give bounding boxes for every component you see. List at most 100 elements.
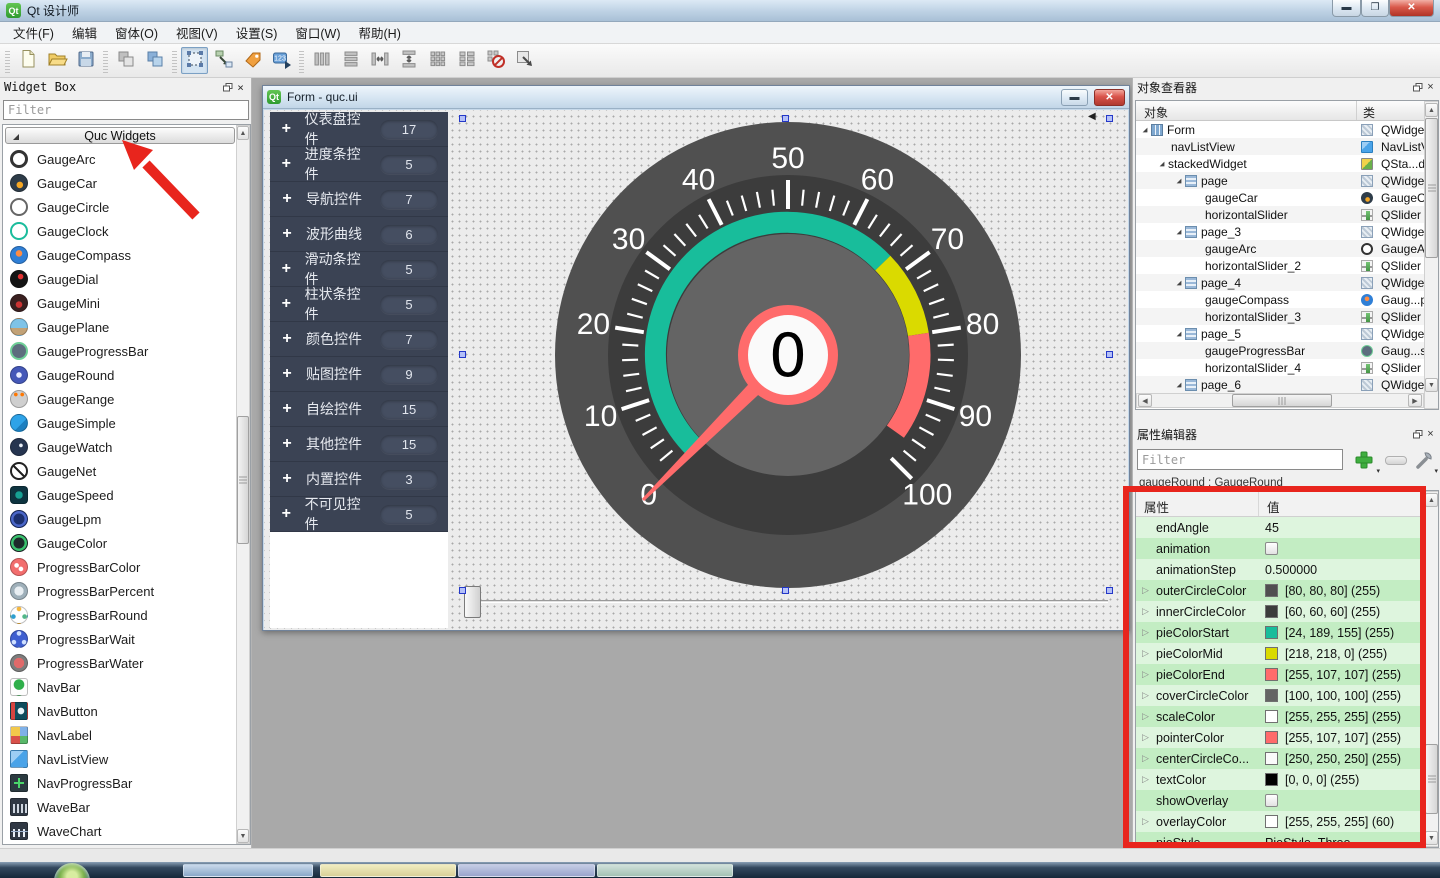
nav-list-item[interactable]: +仪表盘控件17 — [270, 112, 448, 147]
scroll-up-icon[interactable]: ▲ — [1425, 493, 1438, 507]
widget-item[interactable]: GaugeArc — [5, 147, 237, 171]
widget-item[interactable]: ProgressBarRound — [5, 603, 237, 627]
form-window[interactable]: Qt Form - quc.ui ▬ ✕ +仪表盘控件17+进度条控件5+导航控… — [262, 85, 1130, 631]
menu-item-1[interactable]: 文件(F) — [4, 20, 63, 45]
menu-item-3[interactable]: 窗体(O) — [106, 20, 167, 45]
edit-buddies-button[interactable] — [239, 47, 266, 74]
form-canvas[interactable]: +仪表盘控件17+进度条控件5+导航控件7+波形曲线6+滑动条控件5+柱状条控件… — [264, 110, 1128, 630]
taskbar-button[interactable] — [597, 864, 733, 877]
widget-item[interactable]: NavProgressBar — [5, 771, 237, 795]
nav-list-item[interactable]: +颜色控件7 — [270, 322, 448, 357]
selection-handle[interactable] — [1106, 351, 1113, 358]
taskbar-button-active[interactable] — [320, 864, 456, 877]
nav-list-item[interactable]: +其他控件15 — [270, 427, 448, 462]
object-tree-hscrollbar[interactable]: ◀ ▶ — [1136, 393, 1424, 408]
scroll-down-icon[interactable]: ▼ — [1425, 378, 1438, 392]
widget-item[interactable]: ProgressBarWait — [5, 627, 237, 651]
form-close-button[interactable]: ✕ — [1094, 89, 1125, 106]
object-tree-row[interactable]: gaugeCarGaugeC — [1136, 189, 1424, 206]
nav-list-item[interactable]: +贴图控件9 — [270, 357, 448, 392]
widget-item[interactable]: NavButton — [5, 699, 237, 723]
taskbar-button[interactable] — [458, 864, 595, 877]
break-layout-button[interactable] — [482, 47, 509, 74]
layout-form-button[interactable] — [453, 47, 480, 74]
menu-item-6[interactable]: 窗口(W) — [286, 20, 349, 45]
nav-list-item[interactable]: +不可见控件5 — [270, 497, 448, 532]
float-panel-icon[interactable] — [1411, 81, 1424, 93]
selection-handle[interactable] — [782, 587, 789, 594]
form-minimize-button[interactable]: ▬ — [1061, 89, 1088, 106]
nav-list-item[interactable]: +内置控件3 — [270, 462, 448, 497]
widget-item[interactable]: WaveChart — [5, 819, 237, 843]
object-tree-row[interactable]: gaugeCompassGaug...p — [1136, 291, 1424, 308]
nav-list-item[interactable]: +波形曲线6 — [270, 217, 448, 252]
scroll-up-icon[interactable]: ▲ — [237, 126, 249, 140]
object-tree-vscrollbar[interactable]: ▲ ▼ — [1424, 101, 1439, 409]
scroll-thumb[interactable] — [237, 416, 249, 544]
new-form-button[interactable] — [14, 47, 41, 74]
form-title-bar[interactable]: Qt Form - quc.ui ▬ ✕ — [263, 86, 1129, 109]
tree-expand-icon[interactable] — [1177, 229, 1182, 234]
nav-list-item[interactable]: +进度条控件5 — [270, 147, 448, 182]
add-dynamic-property-button[interactable]: ▾ — [1349, 447, 1379, 473]
widget-item[interactable]: ProgressBarPercent — [5, 579, 237, 603]
tree-expand-icon[interactable] — [1177, 280, 1182, 285]
object-tree-row[interactable]: pageQWidge — [1136, 172, 1424, 189]
selection-handle[interactable] — [782, 115, 789, 122]
widget-item[interactable]: GaugeColor — [5, 531, 237, 555]
widget-item[interactable]: GaugeMini — [5, 291, 237, 315]
widget-item[interactable]: NavLabel — [5, 723, 237, 747]
widget-item[interactable]: GaugeSpeed — [5, 483, 237, 507]
splitter-vertical-button[interactable] — [395, 47, 422, 74]
scroll-down-icon[interactable]: ▼ — [1425, 831, 1438, 845]
widget-item[interactable]: WaveBar — [5, 795, 237, 819]
nav-list-item[interactable]: +柱状条控件5 — [270, 287, 448, 322]
object-tree-row[interactable]: navListViewNavListV — [1136, 138, 1424, 155]
object-tree-row[interactable]: page_3QWidge — [1136, 223, 1424, 240]
restore-button[interactable]: ❐ — [1361, 0, 1389, 17]
close-panel-icon[interactable]: × — [1424, 81, 1437, 93]
menu-item-5[interactable]: 设置(S) — [227, 20, 287, 45]
start-button[interactable] — [54, 863, 90, 878]
object-tree-row[interactable]: horizontalSlider_3QSlider — [1136, 308, 1424, 325]
edit-signals-button[interactable] — [210, 47, 237, 74]
object-tree-row[interactable]: gaugeProgressBarGaug...s — [1136, 342, 1424, 359]
widget-item[interactable]: GaugePlane — [5, 315, 237, 339]
scroll-thumb[interactable] — [1425, 744, 1438, 814]
float-panel-icon[interactable] — [1411, 428, 1424, 440]
gauge-round-widget[interactable]: 01020304050607080901000 — [553, 120, 1023, 590]
widget-item[interactable]: GaugeDial — [5, 267, 237, 291]
selection-handle[interactable] — [459, 587, 466, 594]
close-panel-icon[interactable]: × — [234, 81, 247, 93]
taskbar-button[interactable] — [183, 864, 313, 877]
layout-vertical-button[interactable] — [337, 47, 364, 74]
nav-list-item[interactable]: +导航控件7 — [270, 182, 448, 217]
selection-handle[interactable] — [459, 351, 466, 358]
widget-item[interactable]: GaugeClock — [5, 219, 237, 243]
overlap-squares-blue-button[interactable] — [141, 47, 168, 74]
selection-handle[interactable] — [1106, 587, 1113, 594]
widget-item[interactable]: GaugeCircle — [5, 195, 237, 219]
tree-expand-icon[interactable] — [1177, 382, 1182, 387]
column-class[interactable]: 类 — [1357, 101, 1375, 120]
scroll-up-icon[interactable]: ▲ — [1425, 103, 1438, 117]
save-form-button[interactable] — [72, 47, 99, 74]
object-tree-row[interactable]: horizontalSlider_2QSlider — [1136, 257, 1424, 274]
menu-item-4[interactable]: 视图(V) — [167, 20, 227, 45]
widget-item[interactable]: GaugeRound — [5, 363, 237, 387]
slider-handle[interactable] — [464, 586, 481, 618]
object-tree-row[interactable]: FormQWidge — [1136, 121, 1424, 138]
widget-item[interactable]: ProgressBarColor — [5, 555, 237, 579]
widget-item[interactable]: ProgressBarWater — [5, 651, 237, 675]
object-tree-row[interactable]: page_4QWidge — [1136, 274, 1424, 291]
property-vscrollbar[interactable]: ▲ ▼ — [1424, 491, 1439, 847]
widget-item[interactable]: NavBar — [5, 675, 237, 699]
splitter-horizontal-button[interactable] — [366, 47, 393, 74]
layout-horizontal-button[interactable] — [308, 47, 335, 74]
object-tree-row[interactable]: page_5QWidge — [1136, 325, 1424, 342]
object-tree-row[interactable]: horizontalSliderQSlider — [1136, 206, 1424, 223]
edit-widgets-button[interactable] — [181, 47, 208, 74]
edit-tab-order-button[interactable]: 123 — [268, 47, 295, 74]
nav-list-item[interactable]: +自绘控件15 — [270, 392, 448, 427]
widget-item[interactable]: GaugeCompass — [5, 243, 237, 267]
